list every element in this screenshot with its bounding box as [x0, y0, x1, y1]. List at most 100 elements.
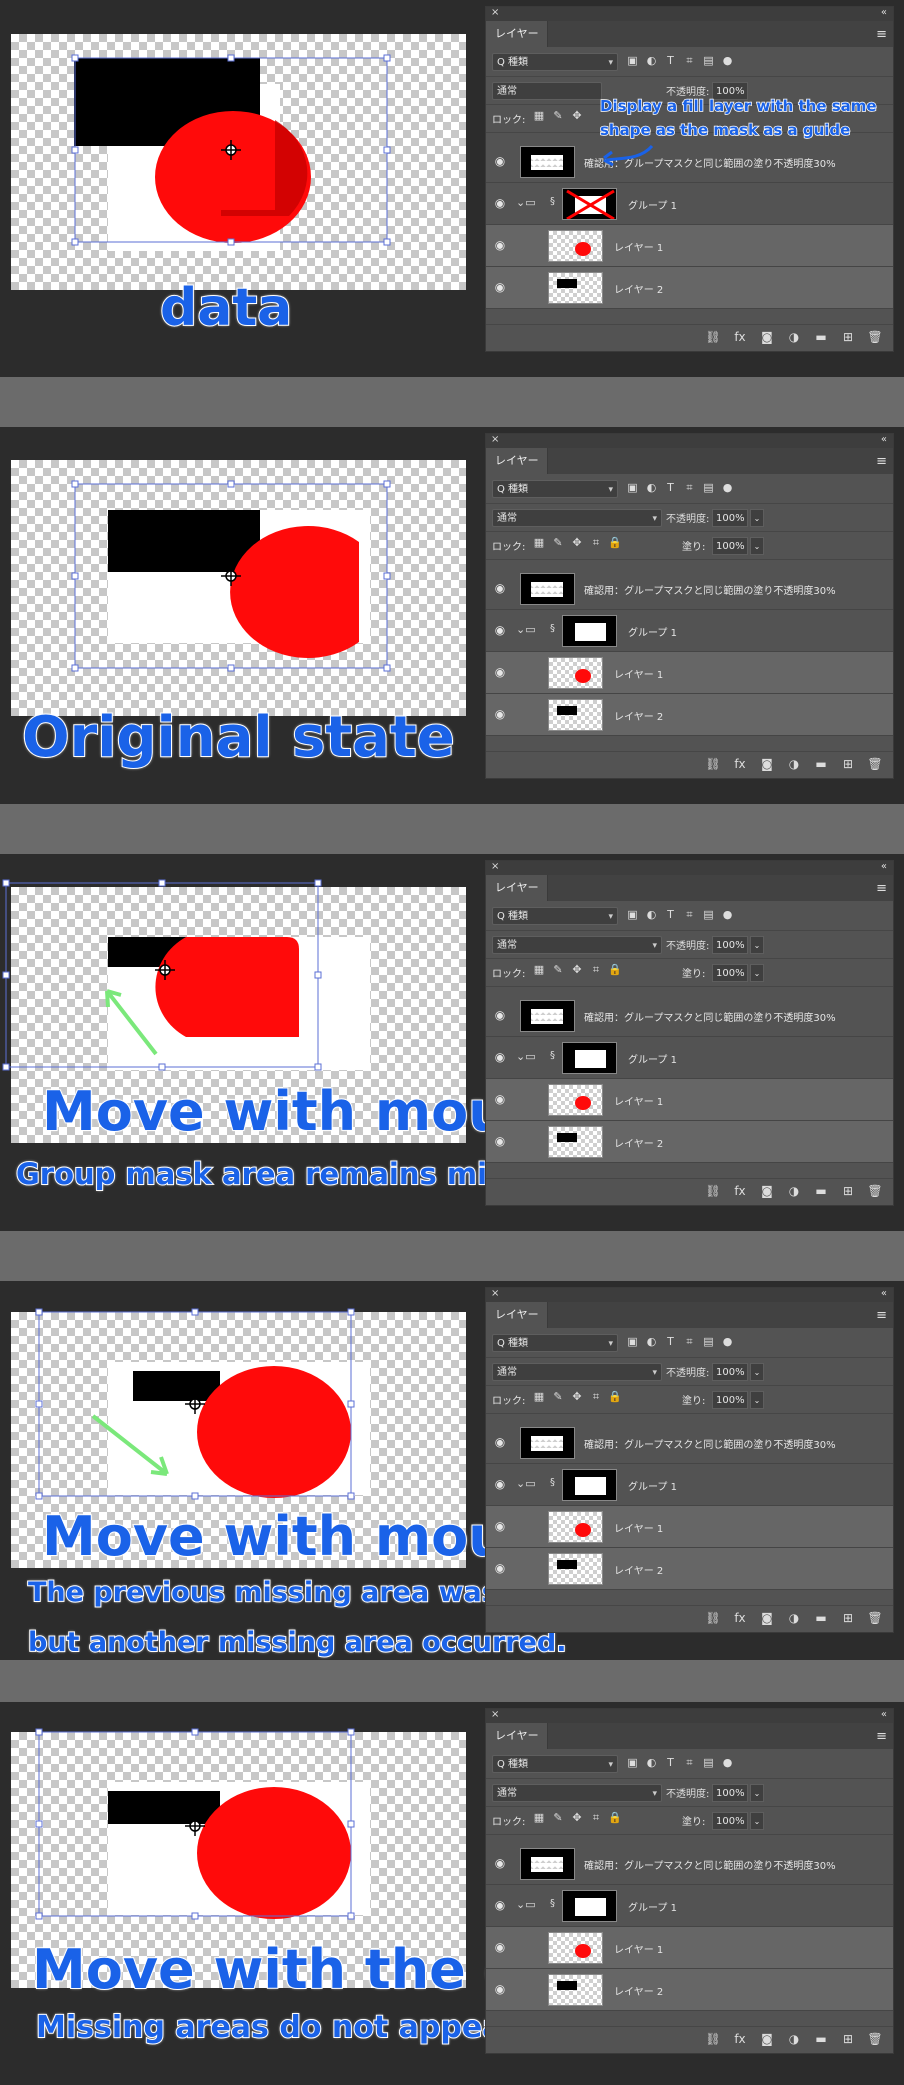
eye-icon[interactable]: ◉ [492, 1134, 508, 1148]
lock-transparency-icon[interactable]: ▦ [532, 109, 546, 122]
lock-transparency-icon[interactable]: ▦ [532, 963, 546, 976]
fx-icon[interactable]: fx [732, 1184, 748, 1198]
add-mask-icon[interactable]: ◙ [759, 1611, 775, 1625]
smart-filter-icon[interactable]: ▤ [702, 1756, 715, 1769]
eye-icon[interactable]: ◉ [492, 1940, 508, 1954]
layer-1[interactable]: ◉ レイヤー 1 [486, 1079, 893, 1121]
lock-paint-icon[interactable]: ✎ [551, 963, 565, 976]
blend-mode-select[interactable]: 通常 ▾ [492, 1784, 662, 1802]
eye-icon[interactable]: ◉ [492, 1519, 508, 1533]
type-filter-icon[interactable]: T [664, 54, 677, 67]
adjustment-filter-icon[interactable]: ◐ [645, 481, 658, 494]
new-layer-icon[interactable]: ⊞ [840, 330, 856, 344]
panel-menu-icon[interactable]: ≡ [876, 1308, 887, 1323]
link-layers-icon[interactable]: ⛓ [705, 1611, 721, 1625]
chevron-down-icon[interactable]: ⌄ [750, 509, 764, 527]
filter-kind-select[interactable]: Q 種類 ▾ [492, 1755, 618, 1773]
layer-group-1[interactable]: ◉ ⌄▭ § グループ 1 [486, 1037, 893, 1079]
type-filter-icon[interactable]: T [664, 481, 677, 494]
eye-icon[interactable]: ◉ [492, 1856, 508, 1870]
layer-2[interactable]: ◉ レイヤー 2 [486, 1121, 893, 1163]
adjustment-layer-icon[interactable]: ◑ [786, 757, 802, 771]
adjustment-layer-icon[interactable]: ◑ [786, 1611, 802, 1625]
shape-filter-icon[interactable]: ⌗ [683, 1335, 696, 1348]
lock-all-icon[interactable]: 🔒 [608, 1390, 622, 1403]
filter-toggle-icon[interactable]: ● [721, 1756, 734, 1769]
lock-paint-icon[interactable]: ✎ [551, 109, 565, 122]
filter-toggle-icon[interactable]: ● [721, 1335, 734, 1348]
fx-icon[interactable]: fx [732, 330, 748, 344]
tab-layers[interactable]: レイヤー [486, 1723, 548, 1749]
lock-transparency-icon[interactable]: ▦ [532, 1390, 546, 1403]
add-mask-icon[interactable]: ◙ [759, 2032, 775, 2046]
lock-transparency-icon[interactable]: ▦ [532, 536, 546, 549]
filter-kind-select[interactable]: Q 種類 ▾ [492, 907, 618, 925]
smart-filter-icon[interactable]: ▤ [702, 54, 715, 67]
opacity-input[interactable]: 100% [712, 1363, 748, 1381]
panel-menu-icon[interactable]: ≡ [876, 27, 887, 42]
new-layer-icon[interactable]: ⊞ [840, 2032, 856, 2046]
shape-filter-icon[interactable]: ⌗ [683, 481, 696, 494]
link-layers-icon[interactable]: ⛓ [705, 757, 721, 771]
lock-position-icon[interactable]: ✥ [570, 1390, 584, 1403]
filter-kind-select[interactable]: Q 種類 ▾ [492, 1334, 618, 1352]
layer-guide-fill[interactable]: ◉ 確認用：グループマスクと同じ範囲の塗り不透明度30% [486, 995, 893, 1037]
eye-icon[interactable]: ◉ [492, 280, 508, 294]
new-layer-icon[interactable]: ⊞ [840, 757, 856, 771]
panel-menu-icon[interactable]: ≡ [876, 881, 887, 896]
tab-layers[interactable]: レイヤー [486, 21, 548, 47]
lock-position-icon[interactable]: ✥ [570, 109, 584, 122]
eye-icon[interactable]: ◉ [492, 196, 508, 210]
eye-icon[interactable]: ◉ [492, 238, 508, 252]
blend-mode-select[interactable]: 通常 ▾ [492, 1363, 662, 1381]
close-icon[interactable]: × [491, 7, 499, 18]
eye-icon[interactable]: ◉ [492, 1435, 508, 1449]
chevron-down-icon[interactable]: ⌄ [750, 964, 764, 982]
chevron-down-icon[interactable]: ⌄ [750, 936, 764, 954]
layer-group-1[interactable]: ◉ ⌄▭ § グループ 1 [486, 1885, 893, 1927]
filter-kind-select[interactable]: Q 種類 ▾ [492, 480, 618, 498]
pixel-filter-icon[interactable]: ▣ [626, 1756, 639, 1769]
lock-paint-icon[interactable]: ✎ [551, 536, 565, 549]
layer-guide-fill[interactable]: ◉ 確認用：グループマスクと同じ範囲の塗り不透明度30% [486, 1422, 893, 1464]
adjustment-layer-icon[interactable]: ◑ [786, 2032, 802, 2046]
smart-filter-icon[interactable]: ▤ [702, 481, 715, 494]
new-group-icon[interactable]: ▬ [813, 1184, 829, 1198]
pixel-filter-icon[interactable]: ▣ [626, 54, 639, 67]
pixel-filter-icon[interactable]: ▣ [626, 908, 639, 921]
smart-filter-icon[interactable]: ▤ [702, 1335, 715, 1348]
lock-all-icon[interactable]: 🔒 [608, 1811, 622, 1824]
type-filter-icon[interactable]: T [664, 1756, 677, 1769]
layer-group-1[interactable]: ◉ ⌄▭ § グループ 1 [486, 1464, 893, 1506]
chevron-down-icon[interactable]: ⌄ [750, 1784, 764, 1802]
new-layer-icon[interactable]: ⊞ [840, 1611, 856, 1625]
collapse-icon[interactable]: « [881, 1288, 887, 1299]
opacity-input[interactable]: 100% [712, 1784, 748, 1802]
chevron-down-icon[interactable]: ⌄ [750, 1363, 764, 1381]
lock-paint-icon[interactable]: ✎ [551, 1811, 565, 1824]
collapse-icon[interactable]: « [881, 7, 887, 18]
adjustment-layer-icon[interactable]: ◑ [786, 1184, 802, 1198]
lock-position-icon[interactable]: ✥ [570, 1811, 584, 1824]
blend-mode-select[interactable]: 通常 [492, 82, 602, 100]
type-filter-icon[interactable]: T [664, 908, 677, 921]
layer-2[interactable]: ◉ レイヤー 2 [486, 267, 893, 309]
shape-filter-icon[interactable]: ⌗ [683, 54, 696, 67]
fx-icon[interactable]: fx [732, 1611, 748, 1625]
layer-2[interactable]: ◉ レイヤー 2 [486, 694, 893, 736]
layer-1[interactable]: ◉ レイヤー 1 [486, 1927, 893, 1969]
tab-layers[interactable]: レイヤー [486, 1302, 548, 1328]
layer-guide-fill[interactable]: ◉ 確認用：グループマスクと同じ範囲の塗り不透明度30% [486, 568, 893, 610]
lock-position-icon[interactable]: ✥ [570, 963, 584, 976]
blend-mode-select[interactable]: 通常 ▾ [492, 509, 662, 527]
close-icon[interactable]: × [491, 434, 499, 445]
tab-layers[interactable]: レイヤー [486, 448, 548, 474]
opacity-input[interactable]: 100% [712, 509, 748, 527]
layer-1[interactable]: ◉ レイヤー 1 [486, 652, 893, 694]
adjustment-filter-icon[interactable]: ◐ [645, 54, 658, 67]
smart-filter-icon[interactable]: ▤ [702, 908, 715, 921]
blend-mode-select[interactable]: 通常 ▾ [492, 936, 662, 954]
layer-1[interactable]: ◉ レイヤー 1 [486, 1506, 893, 1548]
close-icon[interactable]: × [491, 1288, 499, 1299]
eye-icon[interactable]: ◉ [492, 1008, 508, 1022]
